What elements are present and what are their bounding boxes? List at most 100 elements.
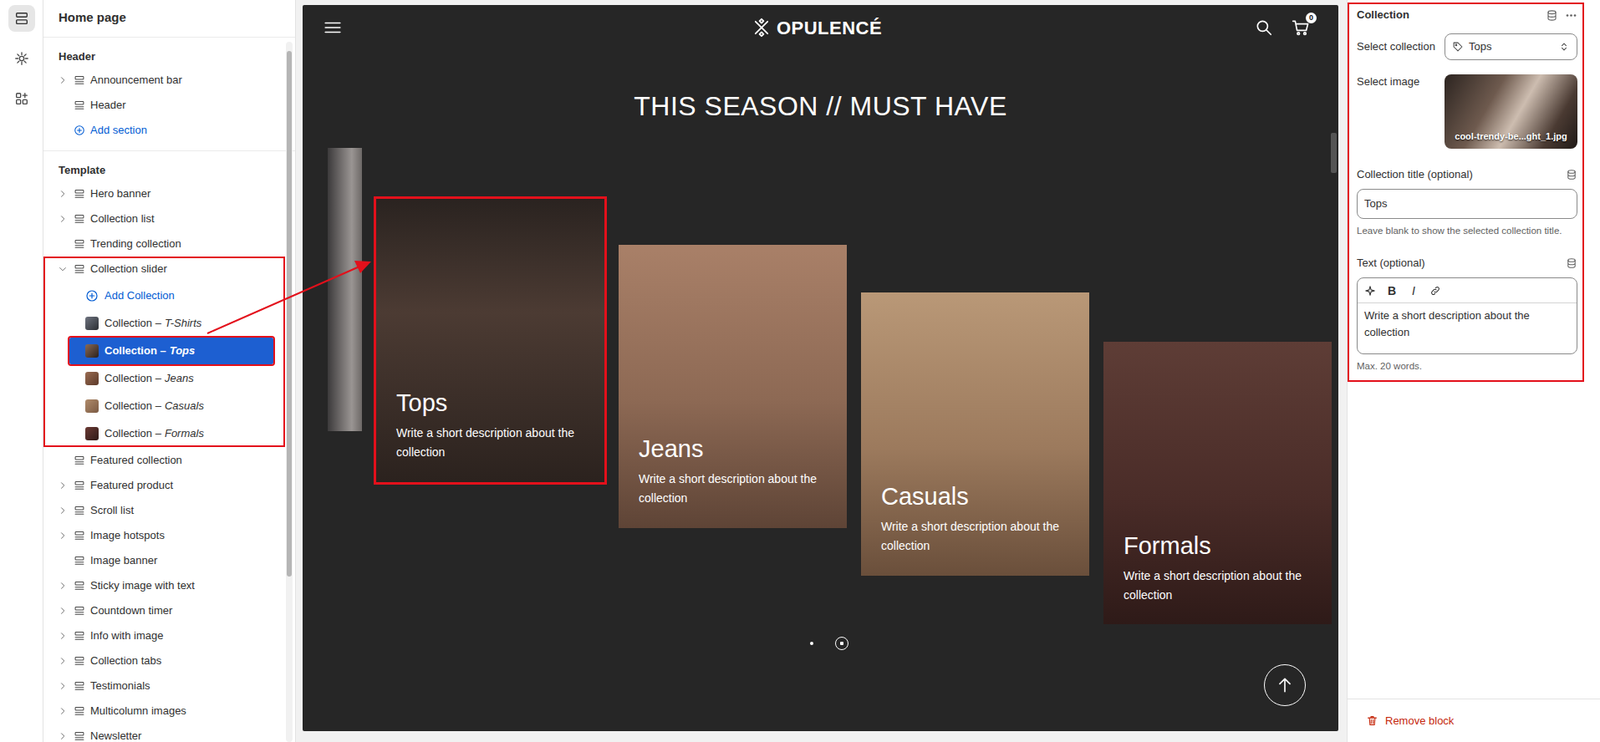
add-label[interactable]: Add section (90, 122, 148, 139)
block-item[interactable]: Collection –Casuals (69, 392, 274, 420)
chevron-slot[interactable] (56, 680, 69, 693)
card-title[interactable]: Casuals (881, 482, 1073, 511)
sidebar-item[interactable]: Image banner (43, 548, 296, 574)
sidebar-item[interactable]: Header (43, 92, 296, 118)
item-label[interactable]: Collection list (90, 210, 155, 228)
remove-block-button[interactable]: Remove block (1347, 698, 1600, 742)
scroll-thumb[interactable] (286, 50, 292, 577)
item-label[interactable]: Countdown timer (90, 602, 173, 620)
block-item[interactable]: Collection –Formals (69, 420, 274, 448)
collection-card[interactable]: TopsWrite a short description about the … (376, 198, 605, 483)
block-item[interactable]: Collection –Tops (69, 337, 274, 365)
rail-button[interactable] (8, 85, 36, 113)
chevron-right-icon[interactable] (57, 188, 68, 199)
item-label[interactable]: Scroll list (90, 502, 134, 520)
chevron-slot[interactable] (56, 213, 69, 225)
sidebar-item[interactable]: Announcement bar (43, 67, 296, 93)
chevron-slot[interactable] (56, 504, 69, 517)
sidebar-item[interactable]: Hero banner (43, 181, 296, 207)
item-label[interactable]: Newsletter (90, 728, 142, 742)
item-label[interactable]: Featured product (90, 477, 174, 495)
link-icon[interactable] (1429, 285, 1442, 297)
block-item[interactable]: Collection –Jeans (69, 365, 274, 393)
sidebar-item[interactable]: Testimonials (43, 673, 296, 699)
sidebar-item[interactable]: Featured product (43, 473, 296, 499)
store-logo[interactable]: OPULENCÉ (751, 14, 882, 42)
item-label[interactable]: Announcement bar (90, 71, 183, 89)
image-picker[interactable]: cool-trendy-be...ght_1.jpg (1444, 74, 1578, 149)
dynamic-source-icon[interactable] (1545, 9, 1559, 22)
card-title[interactable]: Tops (396, 388, 588, 418)
chevron-slot[interactable] (56, 454, 69, 467)
chevron-slot[interactable] (56, 99, 69, 112)
dynamic-source-icon[interactable] (1565, 168, 1578, 181)
chevron-right-icon[interactable] (57, 75, 68, 86)
collection-card[interactable]: FormalsWrite a short description about t… (1103, 341, 1332, 625)
rich-text-editor[interactable]: BIWrite a short description about the co… (1356, 277, 1578, 355)
item-label[interactable]: Header (90, 96, 127, 114)
chevron-slot[interactable] (56, 555, 69, 567)
rail-button[interactable] (8, 45, 36, 72)
chevron-right-icon[interactable] (57, 530, 68, 541)
dynamic-source-icon[interactable] (1565, 257, 1578, 270)
more-options-icon[interactable] (1564, 9, 1578, 22)
item-label[interactable]: Featured collection (90, 452, 183, 469)
chevron-right-icon[interactable] (57, 681, 68, 692)
sidebar-item[interactable]: Countdown timer (43, 598, 296, 624)
back-to-top-button[interactable] (1263, 664, 1306, 707)
item-label[interactable]: Image banner (90, 552, 158, 570)
sidebar-item[interactable]: Info with image (43, 623, 296, 649)
remove-label[interactable]: Remove block (1385, 713, 1454, 730)
block-label[interactable]: Collection –Jeans (104, 370, 194, 388)
add-section-button[interactable]: Add section (43, 117, 296, 143)
chevron-right-icon[interactable] (57, 214, 68, 225)
collection-select[interactable]: Tops (1444, 33, 1578, 61)
item-label[interactable]: Info with image (90, 627, 164, 645)
add-block-button[interactable]: Add Collection (69, 282, 274, 310)
chevron-slot[interactable] (56, 529, 69, 542)
item-label[interactable]: Image hotspots (90, 527, 165, 545)
sidebar-item[interactable]: Trending collection (43, 231, 296, 257)
card-title[interactable]: Jeans (638, 434, 831, 464)
preview-scrollbar[interactable] (1330, 132, 1337, 174)
add-label[interactable]: Add Collection (104, 287, 175, 305)
chevron-right-icon[interactable] (57, 706, 68, 717)
chevron-slot[interactable] (56, 74, 69, 87)
sidebar-scrollbar[interactable] (285, 41, 293, 742)
chevron-right-icon[interactable] (57, 480, 68, 491)
hamburger-menu-icon[interactable] (323, 18, 342, 37)
chevron-right-icon[interactable] (57, 731, 68, 742)
item-label[interactable]: Collection slider (90, 260, 168, 278)
rail-button[interactable] (8, 5, 36, 32)
chevron-slot[interactable] (56, 730, 69, 742)
sidebar-item[interactable]: Collection tabs (43, 648, 296, 674)
card-title[interactable]: Formals (1123, 531, 1315, 561)
search-icon[interactable] (1254, 18, 1274, 37)
sidebar-item[interactable]: Image hotspots (43, 523, 296, 549)
ai-sparkle-icon[interactable] (1364, 285, 1376, 297)
logo-text[interactable]: OPULENCÉ (776, 14, 882, 42)
sidebar-item[interactable]: Newsletter (43, 723, 296, 742)
block-item[interactable]: Collection –T-Shirts (69, 310, 274, 337)
item-label[interactable]: Trending collection (90, 235, 182, 253)
sidebar-item[interactable]: Featured collection (43, 448, 296, 474)
block-label[interactable]: Collection –Formals (104, 425, 204, 443)
chevron-slot[interactable] (56, 630, 69, 643)
bold-button[interactable]: B (1385, 283, 1398, 299)
item-label[interactable]: Testimonials (90, 677, 151, 695)
chevron-slot[interactable] (56, 188, 69, 200)
block-label[interactable]: Collection –T-Shirts (104, 315, 202, 332)
item-label[interactable]: Collection tabs (90, 652, 162, 670)
partial-slide[interactable] (327, 147, 362, 432)
chevron-right-icon[interactable] (57, 505, 68, 516)
chevron-right-icon[interactable] (57, 606, 68, 617)
item-label[interactable]: Hero banner (90, 185, 151, 203)
chevron-slot[interactable] (56, 655, 69, 668)
sidebar-item[interactable]: Scroll list (43, 498, 296, 524)
item-label[interactable]: Sticky image with text (90, 577, 195, 595)
item-label[interactable]: Multicolumn images (90, 703, 187, 720)
chevron-down-icon[interactable] (57, 264, 68, 275)
sidebar-item[interactable]: Collection list (43, 206, 296, 232)
chevron-right-icon[interactable] (57, 631, 68, 642)
chevron-slot[interactable] (56, 705, 69, 718)
